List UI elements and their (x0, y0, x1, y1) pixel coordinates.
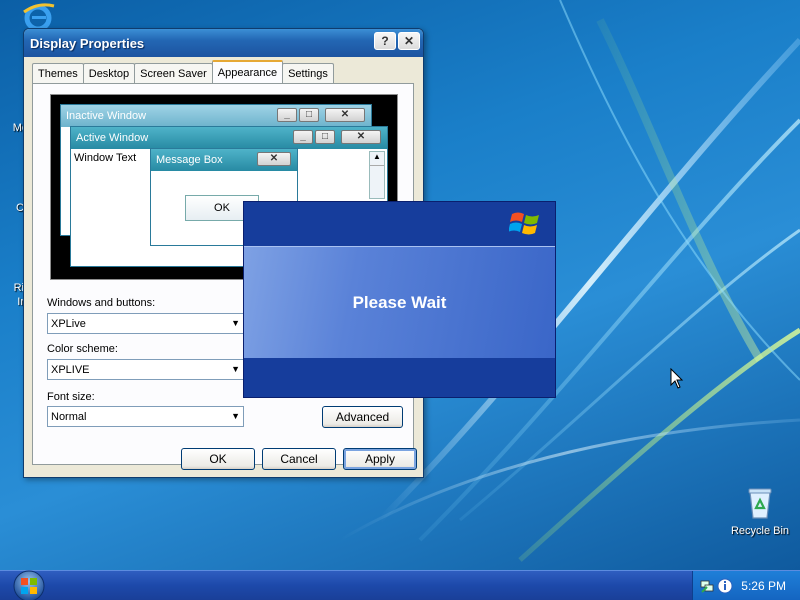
preview-message-titlebar: Message Box ✕ (151, 149, 297, 171)
help-button[interactable]: ? (374, 32, 396, 50)
advanced-button[interactable]: Advanced (322, 406, 403, 428)
splash-message: Please Wait (244, 246, 555, 358)
splash-footer (244, 358, 555, 397)
tab-settings[interactable]: Settings (282, 63, 334, 83)
preview-inactive-titlebar: Inactive Window _ □ ✕ (61, 105, 371, 127)
font-size-label: Font size: (47, 391, 95, 403)
preview-maximize-icon: □ (315, 130, 335, 144)
tab-strip: Themes Desktop Screen Saver Appearance S… (32, 60, 334, 83)
preview-close-icon: ✕ (341, 130, 381, 144)
splash-header (244, 202, 555, 246)
preview-active-title: Active Window (76, 132, 149, 144)
start-button[interactable] (10, 569, 48, 600)
windows-buttons-value: XPLive (51, 317, 86, 330)
preview-minimize-icon: _ (277, 108, 297, 122)
taskbar: 5:26 PM (0, 570, 800, 600)
system-tray: 5:26 PM (692, 571, 800, 600)
recycle-bin-desktop-icon[interactable]: Recycle Bin (722, 486, 798, 537)
please-wait-dialog: Please Wait (243, 201, 556, 398)
color-scheme-value: XPLIVE (51, 363, 90, 376)
tab-appearance[interactable]: Appearance (211, 60, 284, 83)
mouse-cursor-icon (670, 368, 684, 389)
preview-close-icon: ✕ (257, 152, 291, 166)
preview-window-text: Window Text (74, 152, 137, 164)
preview-minimize-icon: _ (293, 130, 313, 144)
desktop-icon-label: C (16, 202, 24, 214)
window-titlebar[interactable]: Display Properties ? ✕ (24, 29, 423, 57)
windows-logo-icon (509, 212, 539, 235)
tab-themes[interactable]: Themes (32, 63, 84, 83)
preview-active-titlebar: Active Window _ □ ✕ (71, 127, 387, 149)
font-size-select[interactable]: Normal ▼ (47, 406, 244, 427)
preview-maximize-icon: □ (299, 108, 319, 122)
clock[interactable]: 5:26 PM (741, 579, 786, 593)
desktop-icon-label: Ri (13, 282, 24, 294)
chevron-down-icon: ▼ (231, 411, 240, 421)
desktop-icon-label: Ir (17, 296, 24, 308)
info-tray-icon[interactable] (717, 578, 733, 594)
recycle-bin-icon (748, 488, 772, 519)
cancel-button[interactable]: Cancel (262, 448, 336, 470)
windows-buttons-select[interactable]: XPLive ▼ (47, 313, 244, 334)
desktop-icon-ri[interactable]: Ri Ir (0, 280, 24, 308)
color-scheme-label: Color scheme: (47, 343, 118, 355)
windows-buttons-label: Windows and buttons: (47, 297, 156, 309)
tab-screen-saver[interactable]: Screen Saver (134, 63, 213, 83)
chevron-down-icon: ▼ (231, 364, 240, 374)
chevron-down-icon: ▼ (231, 318, 240, 328)
apply-button[interactable]: Apply (343, 448, 417, 470)
network-tray-icon[interactable] (699, 578, 715, 594)
scroll-up-icon: ▲ (370, 152, 384, 166)
preview-close-icon: ✕ (325, 108, 365, 122)
ok-button[interactable]: OK (181, 448, 255, 470)
font-size-value: Normal (51, 410, 87, 423)
desktop-icon-label: Recycle Bin (730, 525, 790, 537)
preview-inactive-title: Inactive Window (66, 110, 147, 122)
preview-message-title: Message Box (156, 154, 223, 166)
preview-scrollbar: ▲ (369, 151, 385, 199)
window-title: Display Properties (30, 35, 145, 51)
color-scheme-select[interactable]: XPLIVE ▼ (47, 359, 244, 380)
desktop-icon-c[interactable]: C (0, 200, 24, 214)
close-button[interactable]: ✕ (398, 32, 420, 50)
tab-desktop[interactable]: Desktop (82, 63, 136, 83)
